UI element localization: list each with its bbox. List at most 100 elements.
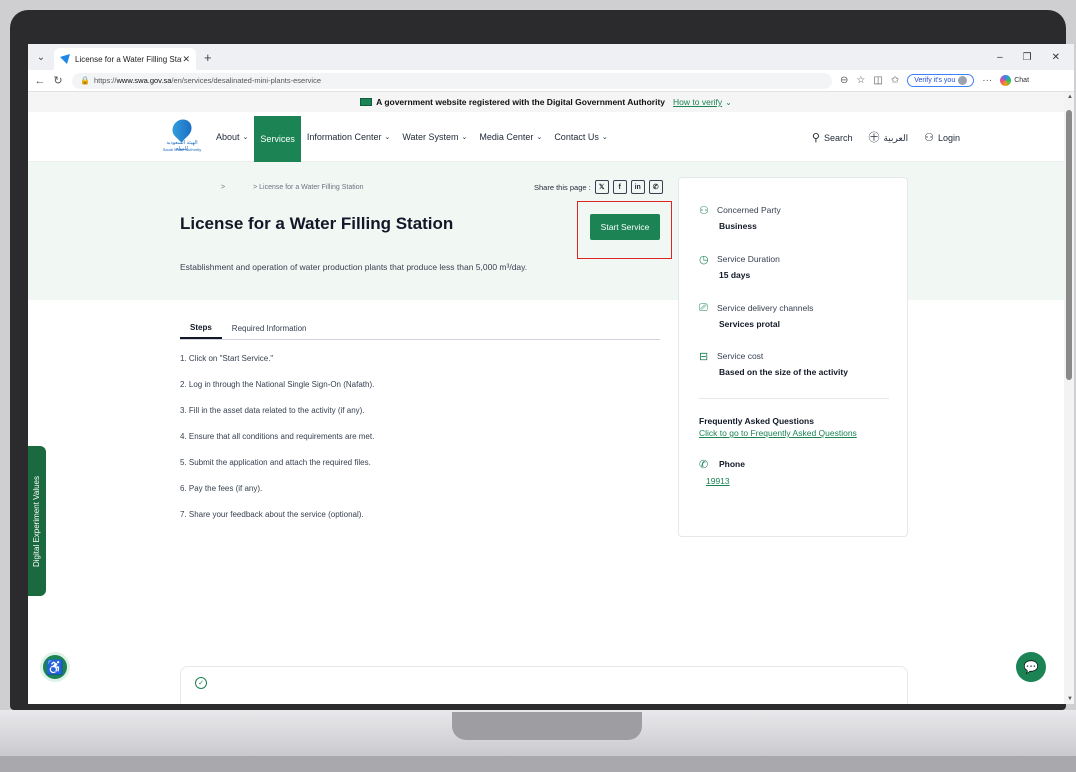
tab-list-chevron-icon[interactable]: ⌄ [32, 48, 50, 66]
laptop-base-edge [0, 756, 1076, 772]
verify-button[interactable]: Verify it's you [907, 74, 975, 87]
bottom-card: ✓ [180, 666, 908, 704]
screen: ⌄ License for a Water Filling Station ✕ … [28, 44, 1074, 704]
list-item: 5. Submit the application and attach the… [180, 458, 371, 467]
steps-list: 1. Click on "Start Service." 2. Log in t… [180, 354, 374, 536]
search-button[interactable]: ⚲ Search [812, 131, 853, 144]
faq-link[interactable]: Click to go to Frequently Asked Question… [699, 428, 857, 438]
page-title: License for a Water Filling Station [180, 214, 454, 233]
page-scrollbar[interactable]: ▲ ▼ [1064, 92, 1074, 704]
login-label: Login [937, 132, 960, 143]
phone-label: Phone [719, 459, 745, 469]
accessibility-icon[interactable]: ♿ [40, 652, 70, 682]
search-label: Search [823, 132, 853, 143]
gov-banner-text: A government website registered with the… [376, 97, 666, 107]
profile-avatar [958, 76, 968, 85]
copilot-chat-button[interactable]: Chat [1000, 75, 1029, 86]
content-tabs: Steps Required Information [180, 318, 660, 340]
nav-water-system[interactable]: Water System ⌄ [396, 112, 473, 162]
url-path: /en/services/desalinated-mini-plants-ese… [171, 76, 322, 85]
nav-services[interactable]: Services [254, 116, 301, 162]
chevron-down-icon: ⌄ [384, 134, 391, 141]
web-page: A government website registered with the… [28, 92, 1064, 704]
more-icon[interactable]: ··· [982, 75, 992, 86]
back-icon[interactable]: ← [34, 75, 46, 87]
tab-title: License for a Water Filling Station [75, 54, 183, 64]
list-item: 2. Log in through the National Single Si… [180, 380, 375, 389]
chat-bubble-icon[interactable]: 💬 [1016, 652, 1046, 682]
digital-experiment-label: Digital Experiment Values [31, 475, 41, 567]
new-tab-icon[interactable]: + [204, 50, 212, 65]
money-icon: ⊟ [699, 351, 709, 363]
laptop-notch [452, 712, 642, 740]
scroll-up-icon[interactable]: ▲ [1067, 94, 1073, 100]
verify-label: Verify it's you [914, 77, 956, 84]
restore-icon[interactable]: ❐ [1023, 52, 1032, 63]
nav-about-label: About [216, 132, 240, 142]
chevron-down-icon[interactable]: ⌄ [725, 98, 732, 107]
nav-information-center-label: Information Center [306, 132, 382, 142]
swa-logo[interactable]: الهيئة السعودية للمياه Saudi Water Autho… [162, 115, 202, 156]
site-favicon-icon [60, 54, 70, 64]
clock-icon: ◷ [699, 254, 709, 266]
copilot-icon [1000, 75, 1012, 86]
concerned-party-value: Business [719, 221, 757, 231]
nav-about[interactable]: About ⌄ [210, 112, 254, 162]
favorite-star-icon[interactable]: ☆ [856, 75, 865, 86]
header-actions: ⚲ Search ㊉ العربية ⚇ Login [812, 112, 960, 162]
concerned-party-label: Concerned Party [717, 205, 781, 215]
browser-tab[interactable]: License for a Water Filling Station ✕ [54, 48, 196, 70]
phone-number-link[interactable]: 19913 [706, 476, 730, 486]
facebook-share-icon[interactable]: f [612, 180, 627, 194]
logo-english: Saudi Water Authority [162, 147, 202, 152]
nav-media-center-label: Media Center [479, 132, 534, 142]
chevron-down-icon: ⌄ [461, 134, 468, 141]
search-icon: ⚲ [811, 131, 820, 144]
whatsapp-share-icon[interactable]: ✆ [648, 180, 663, 194]
linkedin-share-icon[interactable]: in [630, 180, 645, 194]
phone-icon: ✆ [699, 459, 709, 471]
lock-icon: 🔒 [80, 76, 90, 85]
card-divider [699, 398, 889, 399]
saudi-flag-icon [360, 98, 373, 106]
address-bar: ← ↻ 🔒 https://www.swa.gov.sa/en/services… [28, 70, 1074, 92]
breadcrumb-separator[interactable]: > [221, 184, 225, 191]
chat-label: Chat [1014, 77, 1030, 84]
minimize-icon[interactable]: – [997, 52, 1003, 63]
service-duration-value: 15 days [719, 270, 751, 280]
service-cost-value: Based on the size of the activity [719, 367, 848, 377]
close-tab-icon[interactable]: ✕ [182, 54, 190, 65]
favorites-icon[interactable]: ✩ [891, 75, 899, 86]
start-service-button[interactable]: Start Service [590, 214, 660, 240]
list-item: 7. Share your feedback about the service… [180, 510, 364, 519]
x-share-icon[interactable]: 𝕏 [594, 180, 609, 194]
login-button[interactable]: ⚇ Login [924, 131, 960, 144]
url-host: www.swa.gov.sa [116, 76, 172, 85]
tab-required-information[interactable]: Required Information [222, 318, 317, 339]
how-to-verify-link[interactable]: How to verify [673, 97, 722, 107]
chevron-down-icon: ⌄ [601, 134, 608, 141]
scroll-thumb[interactable] [1066, 110, 1072, 380]
nav-information-center[interactable]: Information Center ⌄ [301, 112, 396, 162]
split-screen-icon[interactable]: ◫ [873, 75, 882, 86]
close-window-icon[interactable]: ✕ [1052, 52, 1060, 63]
url-field[interactable]: 🔒 https://www.swa.gov.sa/en/services/des… [72, 72, 832, 89]
user-icon: ⚇ [699, 205, 709, 217]
faq-title: Frequently Asked Questions [699, 416, 814, 426]
delivery-channels-value: Services protal [719, 319, 780, 329]
digital-experiment-tab[interactable]: Digital Experiment Values [28, 446, 46, 596]
service-duration-label: Service Duration [717, 254, 780, 264]
share-bar: Share this page : 𝕏 f in ✆ [534, 180, 663, 194]
nav-contact-us-label: Contact Us [554, 132, 599, 142]
service-info-card: ⚇ Concerned Party Business ◷ Service Dur… [678, 177, 908, 537]
nav-contact-us[interactable]: Contact Us ⌄ [548, 112, 613, 162]
reload-icon[interactable]: ↻ [52, 74, 64, 87]
delivery-channels-label: Service delivery channels [717, 303, 814, 313]
language-button[interactable]: ㊉ العربية [868, 129, 908, 145]
language-icon: ㊉ [868, 132, 880, 144]
tab-steps[interactable]: Steps [180, 318, 222, 339]
scroll-down-icon[interactable]: ▼ [1067, 696, 1073, 702]
nav-media-center[interactable]: Media Center ⌄ [473, 112, 548, 162]
zoom-icon[interactable]: ⊖ [840, 75, 848, 86]
list-item: 4. Ensure that all conditions and requir… [180, 432, 375, 441]
